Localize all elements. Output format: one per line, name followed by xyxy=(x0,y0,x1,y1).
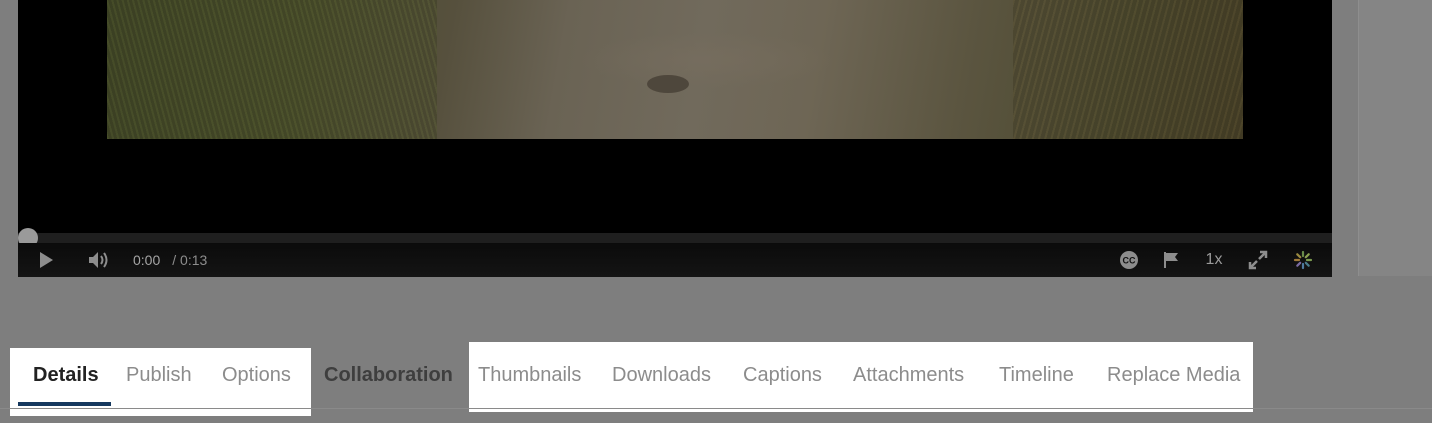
right-side-panel xyxy=(1358,0,1432,276)
tab-details[interactable]: Details xyxy=(33,340,99,410)
duration: / 0:13 xyxy=(172,252,208,268)
tabs-divider xyxy=(0,408,1432,409)
active-tab-indicator xyxy=(18,402,111,406)
video-player[interactable]: 0:00 / 0:13 CC 1x xyxy=(18,0,1332,277)
video-scene-grass-right xyxy=(1013,0,1243,139)
flag-icon[interactable] xyxy=(1159,243,1183,277)
tab-collaboration[interactable]: Collaboration xyxy=(324,340,453,410)
closed-captions-icon[interactable]: CC xyxy=(1117,243,1141,277)
tab-replace-media[interactable]: Replace Media xyxy=(1107,340,1240,410)
video-frame[interactable] xyxy=(107,0,1243,139)
video-scene-puddle xyxy=(647,75,689,93)
player-controls: 0:00 / 0:13 CC 1x xyxy=(18,243,1332,277)
play-icon[interactable] xyxy=(34,243,58,277)
playback-speed-button[interactable]: 1x xyxy=(1201,243,1227,277)
tab-timeline[interactable]: Timeline xyxy=(999,340,1074,410)
tab-downloads[interactable]: Downloads xyxy=(612,340,711,410)
loading-spinner-icon xyxy=(1291,243,1315,277)
volume-icon[interactable] xyxy=(86,243,112,277)
svg-text:CC: CC xyxy=(1123,256,1136,266)
media-tabs: Details Publish Options Collaboration Th… xyxy=(0,340,1432,416)
current-time: 0:00 xyxy=(133,252,161,268)
seek-bar[interactable] xyxy=(18,228,1332,248)
fullscreen-icon[interactable] xyxy=(1246,243,1270,277)
video-scene-grass-left xyxy=(107,0,437,139)
tab-thumbnails[interactable]: Thumbnails xyxy=(478,340,581,410)
tab-captions[interactable]: Captions xyxy=(743,340,822,410)
tab-publish[interactable]: Publish xyxy=(126,340,192,410)
tab-attachments[interactable]: Attachments xyxy=(853,340,964,410)
time-display: 0:00 / 0:13 xyxy=(133,243,207,277)
tab-options[interactable]: Options xyxy=(222,340,291,410)
